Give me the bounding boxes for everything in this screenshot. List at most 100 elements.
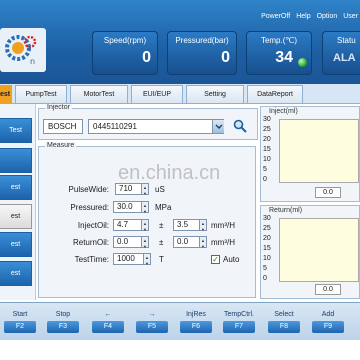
returnoil-tolerance-stepper[interactable]: 0.0 [173, 236, 207, 252]
injres-button[interactable]: InjRes F6 [180, 309, 212, 339]
injectoil-row: InjectOil: [39, 219, 109, 232]
measure-legend: Measure [45, 142, 77, 149]
tab-eui-eup[interactable]: EUI/EUP [131, 85, 183, 103]
f5-key: F5 [136, 321, 168, 333]
returnoil-label: ReturnOil: [72, 238, 109, 247]
return-chart-panel: Return(ml) 30 25 20 15 10 5 0 0.0 [260, 205, 360, 299]
inject-ytick: 0 [263, 176, 267, 183]
search-icon[interactable] [233, 119, 247, 133]
injectoil-stepper[interactable]: 4.7 [113, 219, 149, 235]
select-button[interactable]: Select F8 [268, 309, 300, 339]
add-label: Add [321, 311, 335, 318]
injector-number-select[interactable]: 0445110291 [88, 119, 224, 134]
start-button[interactable]: Start F2 [4, 309, 36, 339]
tempctrl-button[interactable]: TempCtrl. F7 [223, 309, 255, 339]
return-chart-title: Return(ml) [269, 207, 303, 214]
status-label: Statu [337, 36, 356, 45]
poweroff-link[interactable]: PowerOff [261, 13, 290, 20]
returnoil-stepper[interactable]: 0.0 [113, 236, 149, 252]
inject-chart-title: Inject(ml) [269, 108, 298, 115]
tab-pumptest[interactable]: PumpTest [15, 85, 67, 103]
pressured-value: 30.0 [117, 202, 133, 211]
inject-ytick: 30 [263, 116, 271, 123]
auto-label: Auto [223, 255, 240, 264]
injectoil-plusminus: ± [159, 221, 164, 230]
nav-item-blank[interactable] [0, 148, 32, 173]
injectoil-value: 4.7 [117, 220, 129, 229]
pressured-stepper[interactable]: 30.0 [113, 201, 149, 217]
injectoil-tolerance-stepper[interactable]: 3.5 [173, 219, 207, 235]
injector-legend: Injector [45, 104, 72, 111]
pressure-label: Pressured(bar) [175, 36, 229, 45]
inject-chart-panel: Inject(ml) 30 25 20 15 10 5 0 0.0 [260, 106, 360, 202]
company-logo-icon: n [0, 28, 46, 72]
tab-motortest[interactable]: MotorTest [70, 85, 128, 103]
temp-gauge: Temp.(℃) 34 [246, 31, 312, 75]
f9-key: F9 [312, 321, 344, 333]
nav-item-test-2[interactable]: est [0, 175, 32, 200]
f8-key: F8 [268, 321, 300, 333]
returnoil-plusminus: ± [159, 238, 164, 247]
stepper-arrows-icon[interactable] [141, 219, 148, 235]
f3-key: F3 [47, 321, 79, 333]
injector-groupbox: Injector BOSCH 0445110291 [38, 104, 258, 140]
stepper-arrows-icon[interactable] [141, 236, 148, 252]
speed-label: Speed(rpm) [103, 36, 147, 45]
nav-item-test[interactable]: Test [0, 118, 32, 143]
speed-value: 0 [142, 49, 151, 66]
tab-injector-test[interactable]: est [0, 85, 12, 103]
return-ytick: 20 [263, 235, 271, 242]
inject-ytick: 15 [263, 146, 271, 153]
tab-setting[interactable]: Setting [186, 85, 244, 103]
pressured-label: Pressured: [70, 203, 109, 212]
inject-ytick: 5 [263, 166, 267, 173]
watermark-text: en.china.cn [118, 162, 221, 184]
pulsewide-row: PulseWide: [39, 183, 109, 196]
main-tabbar: est PumpTest MotorTest EUI/EUP Setting D… [0, 84, 360, 104]
pressured-unit: MPa [155, 203, 172, 212]
stepper-arrows-icon[interactable] [141, 201, 148, 217]
returnoil-unit: mm³/H [211, 238, 235, 247]
pressure-gauge: Pressured(bar) 0 [167, 31, 237, 75]
left-arrow-button[interactable]: ← F4 [92, 309, 124, 339]
user-link[interactable]: User [343, 13, 358, 20]
option-link[interactable]: Option [317, 13, 338, 20]
inject-ytick: 10 [263, 156, 271, 163]
inject-ytick: 20 [263, 136, 271, 143]
nav-item-test-3[interactable]: est [0, 204, 32, 229]
speed-gauge: Speed(rpm) 0 [92, 31, 158, 75]
chevron-down-icon[interactable] [212, 120, 224, 133]
injector-number-value: 0445110291 [93, 122, 137, 131]
return-ytick: 0 [263, 275, 267, 282]
help-link[interactable]: Help [296, 13, 310, 20]
stepper-arrows-icon[interactable] [141, 183, 148, 199]
stepper-arrows-icon[interactable] [143, 253, 150, 269]
nav-item-test-5[interactable]: est [0, 261, 32, 286]
auto-checkbox[interactable]: ✓ [211, 255, 220, 264]
f7-key: F7 [223, 321, 255, 333]
returnoil-row: ReturnOil: [39, 236, 109, 249]
testtime-row: TestTime: [39, 253, 109, 266]
inject-plot-area [279, 119, 359, 183]
status-value: ALA [333, 52, 356, 64]
status-gauge: Statu ALA [322, 31, 360, 75]
add-button[interactable]: Add F9 [312, 309, 344, 339]
right-arrow-icon: → [148, 311, 156, 318]
injectoil-label: InjectOil: [77, 221, 109, 230]
stepper-arrows-icon[interactable] [199, 236, 206, 252]
injectoil-tolerance: 3.5 [177, 220, 189, 229]
returnoil-tolerance: 0.0 [177, 237, 189, 246]
tab-datareport[interactable]: DataReport [247, 85, 303, 103]
f6-key: F6 [180, 321, 212, 333]
right-arrow-button[interactable]: → F5 [136, 309, 168, 339]
nav-item-test-4[interactable]: est [0, 232, 32, 257]
testtime-stepper[interactable]: 1000 [113, 253, 151, 269]
brand-field[interactable]: BOSCH [43, 119, 83, 134]
inject-ytick: 25 [263, 126, 271, 133]
stepper-arrows-icon[interactable] [199, 219, 206, 235]
pressured-row: Pressured: [39, 201, 109, 214]
testtime-unit: T [159, 255, 164, 264]
stop-button[interactable]: Stop F3 [47, 309, 79, 339]
left-arrow-icon: ← [104, 311, 112, 318]
bottom-margin [0, 340, 360, 360]
